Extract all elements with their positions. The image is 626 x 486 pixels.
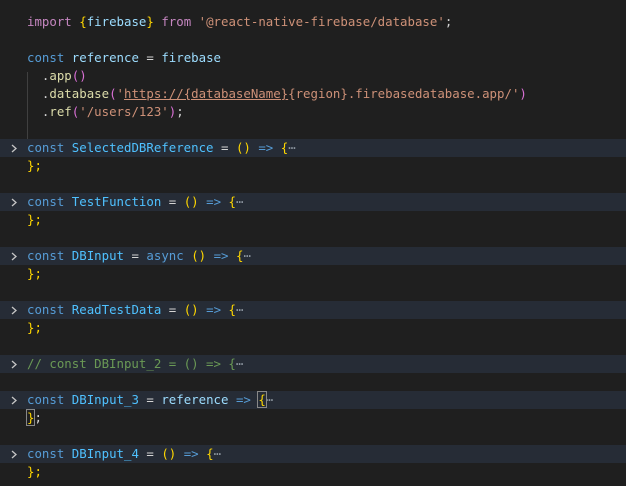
chevron-right-icon[interactable] [9, 193, 21, 211]
fold-ellipsis[interactable]: ⋯ [236, 194, 243, 209]
closing-brace: }; [27, 212, 42, 227]
ref-semicolon: ; [176, 104, 184, 119]
fold-ellipsis[interactable]: ⋯ [236, 356, 243, 371]
function-name: ReadTestData [71, 302, 162, 317]
arrow: => [258, 140, 274, 155]
fold-ellipsis[interactable]: ⋯ [288, 140, 295, 155]
comment-text: // const DBInput_2 = () => { [27, 356, 236, 371]
equals-sign: = [168, 194, 177, 209]
function-name: DBInput_3 [71, 392, 139, 407]
brace-open: { [257, 391, 267, 408]
const-keyword: const [27, 446, 65, 461]
chevron-right-icon[interactable] [9, 301, 21, 319]
ref-path-string: '/users/123' [79, 104, 169, 119]
closing-semicolon: ; [34, 410, 42, 425]
equals-sign: = [131, 248, 139, 263]
folded-function-line[interactable]: const SelectedDBReference = () => {⋯ [0, 139, 626, 157]
reference-name: reference [71, 50, 139, 65]
const-keyword: const [27, 50, 65, 65]
param-name: reference [161, 392, 229, 407]
folded-function-line[interactable]: const DBInput_4 = () => {⋯ [0, 445, 626, 463]
fold-ellipsis[interactable]: ⋯ [266, 392, 273, 407]
arrow: => [206, 194, 222, 209]
brace-open: { [228, 194, 236, 209]
chevron-right-icon[interactable] [9, 391, 21, 409]
import-name: firebase [86, 14, 147, 29]
function-name: TestFunction [71, 194, 162, 209]
equals-sign: = [168, 302, 177, 317]
chevron-right-icon[interactable] [9, 139, 21, 157]
params: () [183, 194, 199, 209]
folded-function-line[interactable]: const DBInput = async () => {⋯ [0, 247, 626, 265]
ref-method: ref [49, 104, 72, 119]
arrow: => [235, 392, 251, 407]
arrow: => [213, 248, 229, 263]
import-brace-open: { [79, 14, 87, 29]
database-url-rest: {region}.firebasedatabase.app/ [288, 86, 512, 101]
const-keyword: const [27, 392, 65, 407]
closing-brace: }; [27, 266, 42, 281]
app-parens: () [71, 68, 87, 83]
equals-sign: = [146, 50, 154, 65]
import-keyword: import [27, 14, 72, 29]
code-line-app[interactable]: .app() [0, 67, 626, 85]
params: () [191, 248, 207, 263]
folded-function-line[interactable]: const DBInput_3 = reference => {⋯ [0, 391, 626, 409]
params: () [161, 446, 177, 461]
closing-brace: }; [27, 464, 42, 479]
function-name: SelectedDBReference [71, 140, 214, 155]
folded-function-line[interactable]: const ReadTestData = () => {⋯ [0, 301, 626, 319]
function-name: DBInput [71, 248, 124, 263]
database-paren-open: ( [109, 86, 117, 101]
import-semicolon: ; [444, 14, 453, 29]
import-brace-close: } [146, 14, 154, 29]
closing-line[interactable]: }; [0, 157, 626, 175]
folded-function-line[interactable]: const TestFunction = () => {⋯ [0, 193, 626, 211]
closing-line[interactable]: }; [0, 319, 626, 337]
code-line-ref[interactable]: .ref('/users/123'); [0, 103, 626, 121]
code-line-reference-decl[interactable]: const reference = firebase [0, 49, 626, 67]
database-quote-open: ' [116, 86, 125, 101]
code-line-database[interactable]: .database('https://{databaseName}{region… [0, 85, 626, 103]
function-name: DBInput_4 [71, 446, 139, 461]
chevron-right-icon[interactable] [9, 445, 21, 463]
folded-comment-line[interactable]: // const DBInput_2 = () => {⋯ [0, 355, 626, 373]
const-keyword: const [27, 140, 65, 155]
closing-line[interactable]: }; [0, 211, 626, 229]
params: () [235, 140, 251, 155]
equals-sign: = [146, 446, 154, 461]
const-keyword: const [27, 302, 65, 317]
app-method: app [49, 68, 72, 83]
closing-line[interactable]: }; [0, 265, 626, 283]
fold-ellipsis[interactable]: ⋯ [236, 302, 243, 317]
closing-line[interactable]: }; [0, 409, 626, 427]
params: () [183, 302, 199, 317]
const-keyword: const [27, 194, 65, 209]
chevron-right-icon[interactable] [9, 355, 21, 373]
arrow: => [183, 446, 199, 461]
import-module-string: '@react-native-firebase/database' [198, 14, 445, 29]
closing-brace: }; [27, 320, 42, 335]
closing-brace: }; [27, 158, 42, 173]
database-url-link[interactable]: https://{databaseName} [124, 86, 288, 101]
code-line-import[interactable]: import {firebase} from '@react-native-fi… [0, 13, 626, 31]
firebase-object: firebase [161, 50, 222, 65]
async-keyword: async [146, 248, 184, 263]
brace-open: { [228, 302, 236, 317]
code-editor[interactable]: import {firebase} from '@react-native-fi… [0, 0, 626, 486]
brace-open: { [206, 446, 214, 461]
const-keyword: const [27, 248, 65, 263]
closing-line[interactable]: }; [0, 463, 626, 481]
fold-ellipsis[interactable]: ⋯ [214, 446, 221, 461]
equals-sign: = [221, 140, 229, 155]
database-paren-close: ) [519, 86, 527, 101]
fold-ellipsis[interactable]: ⋯ [243, 248, 250, 263]
arrow: => [206, 302, 222, 317]
indent-guide [27, 72, 28, 144]
equals-sign: = [146, 392, 154, 407]
from-keyword: from [161, 14, 192, 29]
chevron-right-icon[interactable] [9, 247, 21, 265]
database-method: database [49, 86, 110, 101]
